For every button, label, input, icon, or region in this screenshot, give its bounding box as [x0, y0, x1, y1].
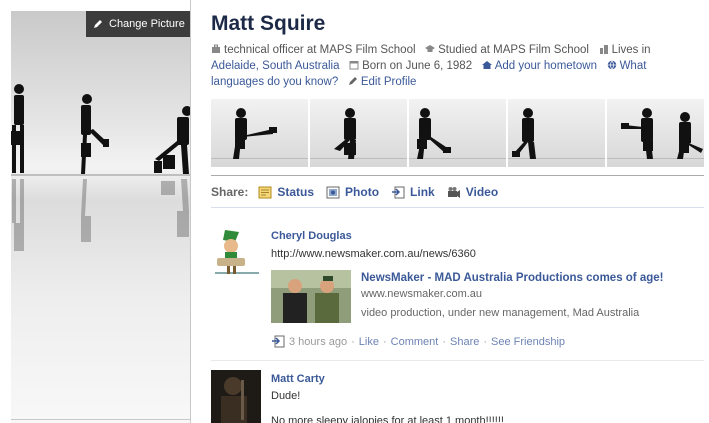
left-column-bottom-border	[11, 419, 191, 420]
briefcase-icon	[212, 44, 220, 53]
two-men-thumbnail	[271, 270, 351, 323]
elf-avatar	[215, 230, 259, 274]
profile-picture[interactable]: Change Picture	[11, 11, 190, 423]
strip-divider	[211, 175, 704, 176]
profile-name: Matt Squire	[211, 12, 326, 35]
dark-figure-avatar	[211, 370, 261, 423]
silly-walk-figure	[621, 108, 703, 159]
globe-icon	[607, 60, 616, 70]
ministry-of-silly-walks-picture	[11, 84, 190, 251]
lives-city-link[interactable]: Adelaide, South Australia	[211, 60, 340, 72]
status-icon	[258, 186, 272, 198]
comment-button[interactable]: Comment	[391, 336, 439, 348]
lives-item: Lives in	[599, 44, 651, 56]
link-domain: www.newsmaker.com.au	[361, 288, 483, 300]
add-hometown-link[interactable]: Add your hometown	[481, 60, 601, 72]
change-picture-label: Change Picture	[109, 18, 185, 30]
job-item: technical officer at MAPS Film School	[211, 44, 419, 56]
change-picture-button[interactable]: Change Picture	[86, 11, 190, 37]
edit-profile-label: Edit Profile	[360, 76, 417, 88]
photo-icon	[326, 186, 340, 198]
share-bar: Share: Status Photo Link Video	[211, 185, 510, 199]
share-link-label: Link	[410, 185, 435, 199]
education-icon	[425, 45, 436, 52]
born-item: Born on June 6, 1982	[349, 60, 475, 72]
share-video-button[interactable]: Video	[447, 185, 498, 199]
share-video-label: Video	[465, 185, 499, 199]
silly-walk-figure	[512, 108, 536, 159]
pencil-icon	[348, 77, 357, 85]
share-divider	[211, 207, 704, 208]
share-link-button[interactable]: Link	[391, 185, 435, 199]
edit-profile-link[interactable]: Edit Profile	[348, 76, 417, 88]
job-text: technical officer at MAPS Film School	[224, 44, 416, 56]
city-icon	[599, 45, 608, 54]
link-thumbnail[interactable]	[271, 270, 351, 323]
studied-text: Studied at MAPS Film School	[438, 44, 589, 56]
strip-photo[interactable]	[508, 99, 605, 167]
floor-line	[11, 174, 190, 176]
strip-photo[interactable]	[409, 99, 506, 167]
share-photo-button[interactable]: Photo	[326, 185, 379, 199]
video-icon	[447, 186, 460, 198]
add-hometown-label: Add your hometown	[494, 60, 597, 72]
story-author-avatar[interactable]	[211, 370, 261, 423]
share-button[interactable]: Share	[450, 336, 479, 348]
story-text: Dude!	[271, 390, 301, 402]
link-icon	[392, 186, 405, 198]
silly-walk-figure	[417, 108, 451, 159]
strip-photo[interactable]	[211, 99, 308, 167]
profile-info: technical officer at MAPS Film School St…	[211, 42, 681, 90]
lives-prefix: Lives in	[611, 44, 651, 56]
see-friendship-link[interactable]: See Friendship	[491, 336, 565, 348]
photo-strip	[211, 99, 704, 167]
silly-walk-figure	[233, 108, 277, 159]
story-author-name[interactable]: Cheryl Douglas	[271, 230, 352, 242]
story-url[interactable]: http://www.newsmaker.com.au/news/6360	[271, 248, 476, 260]
calendar-icon	[349, 61, 359, 70]
share-photo-label: Photo	[345, 185, 380, 199]
story-time[interactable]: 3 hours ago	[289, 336, 347, 348]
share-status-button[interactable]: Status	[258, 185, 314, 199]
silly-walk-figure	[334, 108, 356, 159]
pencil-icon	[94, 20, 102, 28]
link-description: video production, under new management, …	[361, 307, 640, 319]
left-column-border	[190, 0, 191, 423]
story-divider	[211, 360, 704, 361]
link-title[interactable]: NewsMaker - MAD Australia Productions co…	[361, 272, 663, 284]
share-status-label: Status	[277, 185, 315, 199]
strip-photo[interactable]	[310, 99, 407, 167]
story-author-avatar[interactable]	[211, 228, 261, 278]
link-icon	[272, 335, 285, 348]
story-meta: 3 hours ago · Like · Comment · Share · S…	[271, 335, 565, 348]
story-text: No more sleepy jalopies for at least 1 m…	[271, 415, 504, 423]
born-text: Born on June 6, 1982	[362, 60, 473, 72]
home-icon	[481, 61, 492, 69]
story-author-name[interactable]: Matt Carty	[271, 373, 325, 385]
like-button[interactable]: Like	[359, 336, 379, 348]
studied-item: Studied at MAPS Film School	[425, 44, 592, 56]
strip-photo[interactable]	[607, 99, 704, 167]
share-label: Share:	[211, 185, 249, 199]
